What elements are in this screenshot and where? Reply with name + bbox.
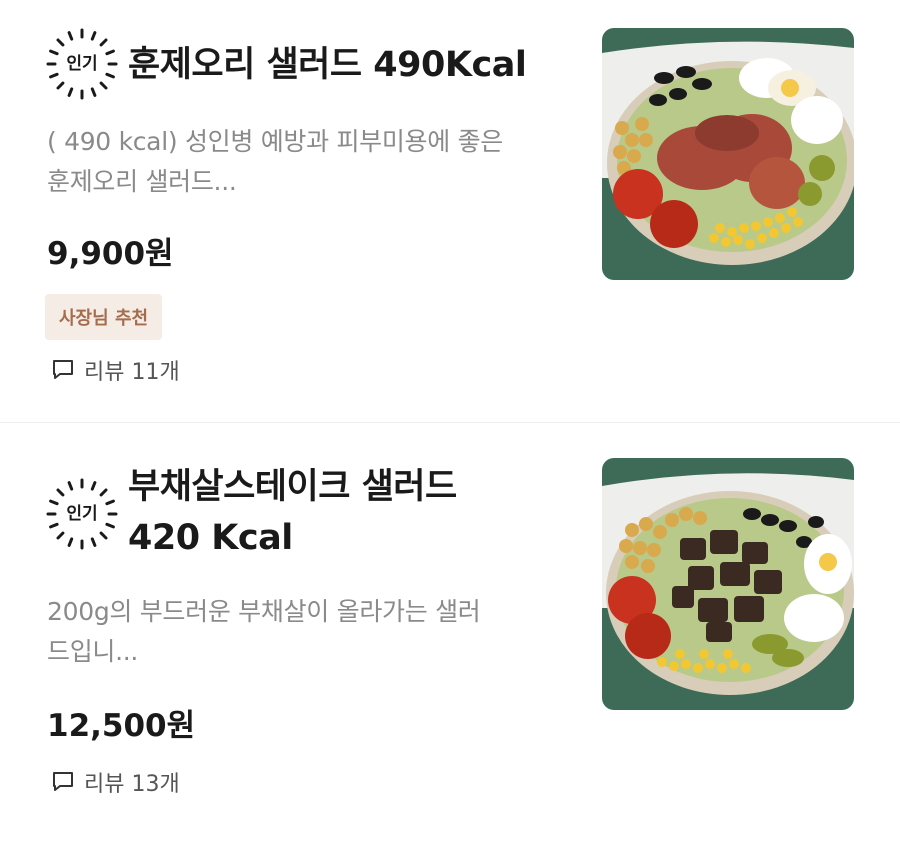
owner-recommend-tag: 사장님 추천 (45, 294, 163, 340)
item-title: 훈제오리 샐러드 490Kcal (128, 45, 527, 85)
comment-icon (53, 772, 73, 791)
popular-badge-label: 인기 (66, 54, 98, 74)
item-price: 12,500원 (47, 708, 196, 744)
item-description: 200g의 부드러운 부채살이 올라가는 샐러 드입니... (47, 597, 481, 666)
item-price: 9,900원 (47, 236, 174, 272)
review-count-label: 리뷰 11개 (84, 360, 180, 385)
item-thumbnail[interactable] (602, 458, 854, 710)
comment-icon (53, 360, 73, 379)
review-count[interactable]: 리뷰 11개 (50, 354, 180, 386)
item-thumbnail[interactable] (602, 28, 854, 280)
item-title: 부채살스테이크 샐러드 420 Kcal (128, 467, 457, 558)
menu-item-flat-iron-steak-salad[interactable]: 인기 부채살스테이크 샐러드 420 Kcal 200g의 부드러운 부채살이 … (0, 422, 900, 844)
review-count[interactable]: 리뷰 13개 (50, 766, 180, 798)
popular-badge: 인기 (44, 476, 120, 552)
menu-item-smoked-duck-salad[interactable]: 인기 훈제오리 샐러드 490Kcal ( 490 kcal) 성인병 예방과 … (0, 0, 900, 422)
popular-badge-label: 인기 (66, 504, 98, 524)
item-description: ( 490 kcal) 성인병 예방과 피부미용에 좋은 훈제오리 샐러드... (47, 127, 503, 196)
popular-badge: 인기 (44, 26, 120, 102)
review-count-label: 리뷰 13개 (84, 772, 180, 797)
